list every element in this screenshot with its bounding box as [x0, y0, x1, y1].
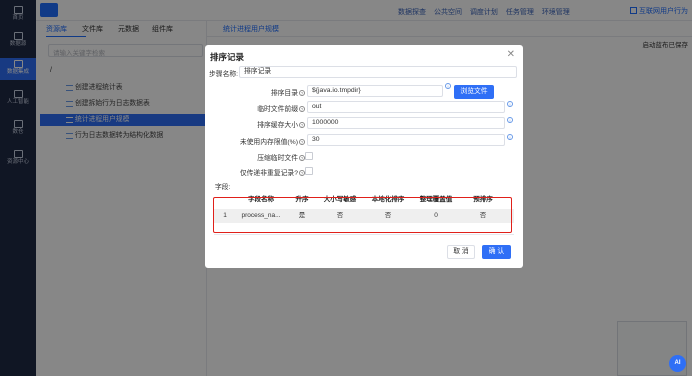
mem-limit-input[interactable]: 30	[307, 134, 505, 146]
help-icon: ?	[299, 139, 305, 145]
highlight-box	[213, 197, 512, 233]
compress-label: 压缩临时文件?	[257, 155, 305, 162]
step-name-input[interactable]: 排序记录	[239, 66, 517, 78]
info-icon: i	[445, 83, 451, 89]
step-name-label: 步骤名称:	[209, 71, 239, 78]
sort-dir-input[interactable]: ${java.io.tmpdir}	[307, 85, 443, 97]
browse-button[interactable]: 浏览文件	[454, 85, 494, 99]
tmp-prefix-label: 临时文件前缀?	[257, 106, 305, 113]
mem-limit-label: 未使用内存限值(%)?	[239, 139, 305, 146]
fields-label: 字段:	[215, 184, 231, 191]
confirm-button[interactable]: 确 认	[482, 245, 511, 259]
help-icon: ?	[299, 106, 305, 112]
tmp-prefix-input[interactable]: out	[307, 101, 505, 113]
sort-dir-label: 排序目录?	[270, 90, 305, 97]
dialog-title: 排序记录	[210, 52, 245, 62]
help-icon: ?	[299, 90, 305, 96]
info-icon: i	[507, 117, 513, 123]
info-icon: i	[507, 101, 513, 107]
close-icon[interactable]: ✕	[507, 49, 515, 60]
sort-rows-dialog: 排序记录 ✕ 步骤名称: 排序记录 排序目录? ${java.io.tmpdir…	[205, 45, 523, 268]
dedupe-checkbox[interactable]	[305, 167, 313, 175]
help-icon: ?	[299, 122, 305, 128]
dedupe-label: 仅传递非重复记录??	[239, 170, 305, 177]
cache-size-input[interactable]: 1000000	[307, 117, 505, 129]
cache-size-label: 排序缓存大小?	[257, 122, 305, 129]
info-icon: i	[507, 134, 513, 140]
cancel-button[interactable]: 取 消	[447, 245, 475, 259]
compress-checkbox[interactable]	[305, 152, 313, 160]
ai-assistant-button[interactable]: AI	[669, 355, 686, 372]
